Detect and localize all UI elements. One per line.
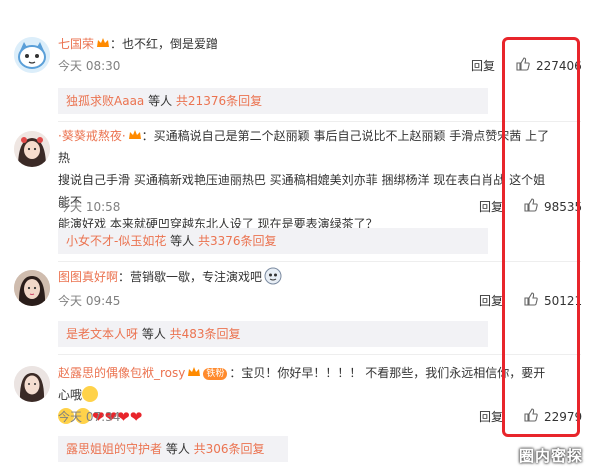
avatar[interactable]: [14, 366, 50, 402]
sub-replies-bar[interactable]: 独孤求败Aaaa 等人 共21376条回复: [58, 88, 488, 114]
vip-crown-icon: [96, 34, 110, 47]
comment-username[interactable]: ·葵葵戒熬夜·: [58, 129, 126, 143]
sub-replies-bar[interactable]: 是老文本人呀 等人 共483条回复: [58, 321, 488, 347]
smile-emoji-icon: [82, 386, 99, 402]
comment-time: 今天 10:58: [58, 200, 121, 214]
vip-crown-icon: [187, 363, 201, 376]
avatar[interactable]: [14, 37, 50, 73]
girl-avatar-icon: [14, 131, 50, 167]
heart-icon: ❤: [129, 408, 143, 426]
avatar[interactable]: [14, 270, 50, 306]
cartoon-cat-avatar-icon: [14, 37, 50, 73]
avatar[interactable]: [14, 131, 50, 167]
reply-button[interactable]: 回复: [479, 198, 503, 215]
reply-button[interactable]: 回复: [479, 408, 503, 425]
sub-reply-user[interactable]: 露思姐姐的守护者: [66, 442, 162, 456]
sub-reply-total[interactable]: 共483条回复: [170, 327, 241, 341]
sub-reply-total[interactable]: 共3376条回复: [198, 234, 277, 248]
comment-text: 图图真好啊：营销歇一歇，专注演戏吧: [58, 266, 551, 292]
sub-reply-user[interactable]: 是老文本人呀: [66, 327, 138, 341]
sub-replies-bar[interactable]: 小女不才-似玉如花 等人 共3376条回复: [58, 228, 488, 254]
reply-button[interactable]: 回复: [479, 292, 503, 309]
comment-body: ：也不红，倒是爱蹭: [110, 37, 219, 51]
sub-replies-bar[interactable]: 露思姐姐的守护者 等人 共306条回复: [58, 436, 288, 462]
vip-crown-icon: [128, 126, 142, 139]
sub-reply-mid: 等人: [138, 327, 170, 341]
comment-username[interactable]: 七国荣: [58, 37, 94, 51]
sub-reply-total[interactable]: 共21376条回复: [176, 94, 262, 108]
sub-reply-mid: 等人: [162, 442, 194, 456]
fan-badge[interactable]: 铁粉: [203, 368, 228, 380]
comment-body: ：营销歇一歇，专注演戏吧: [118, 270, 263, 284]
emoji-row: ❤❤❤❤: [58, 406, 551, 428]
sub-reply-user[interactable]: 独孤求败Aaaa: [66, 94, 144, 108]
reply-button[interactable]: 回复: [471, 57, 495, 74]
portrait-avatar-icon: [14, 366, 50, 402]
sub-reply-total[interactable]: 共306条回复: [194, 442, 265, 456]
comment-text: 七国荣 ：也不红，倒是爱蹭: [58, 33, 551, 55]
comment-time: 今天 07:34: [58, 410, 121, 424]
ghost-emoji-icon: [264, 267, 282, 292]
comment-username[interactable]: 图图真好啊: [58, 270, 118, 284]
comment-text: 赵露思的偶像包袱_rosy 铁粉 ：宝贝！你好早！！！！ 不看那些，我们永远相信你，…: [58, 362, 551, 428]
comment-time: 今天 09:45: [58, 294, 121, 308]
comment-text: ·葵葵戒熬夜· ：买通稿说自己是第二个赵丽颖 事后自己说比不上赵丽颖 手滑点赞宋茜…: [58, 125, 551, 235]
comment-username[interactable]: 赵露思的偶像包袱_rosy: [58, 366, 185, 380]
sub-reply-mid: 等人: [166, 234, 198, 248]
portrait-avatar-icon: [14, 270, 50, 306]
sub-reply-user[interactable]: 小女不才-似玉如花: [66, 234, 166, 248]
watermark: 圈内密探: [518, 447, 583, 465]
highlight-box: [502, 37, 580, 437]
comment-body-line-2: 搜说自己手滑 买通稿新戏艳压迪丽热巴 买通稿相媲美刘亦菲 捆绑杨洋 现在表白肖战…: [58, 173, 546, 209]
comment-time: 今天 08:30: [58, 59, 121, 73]
sub-reply-mid: 等人: [144, 94, 176, 108]
